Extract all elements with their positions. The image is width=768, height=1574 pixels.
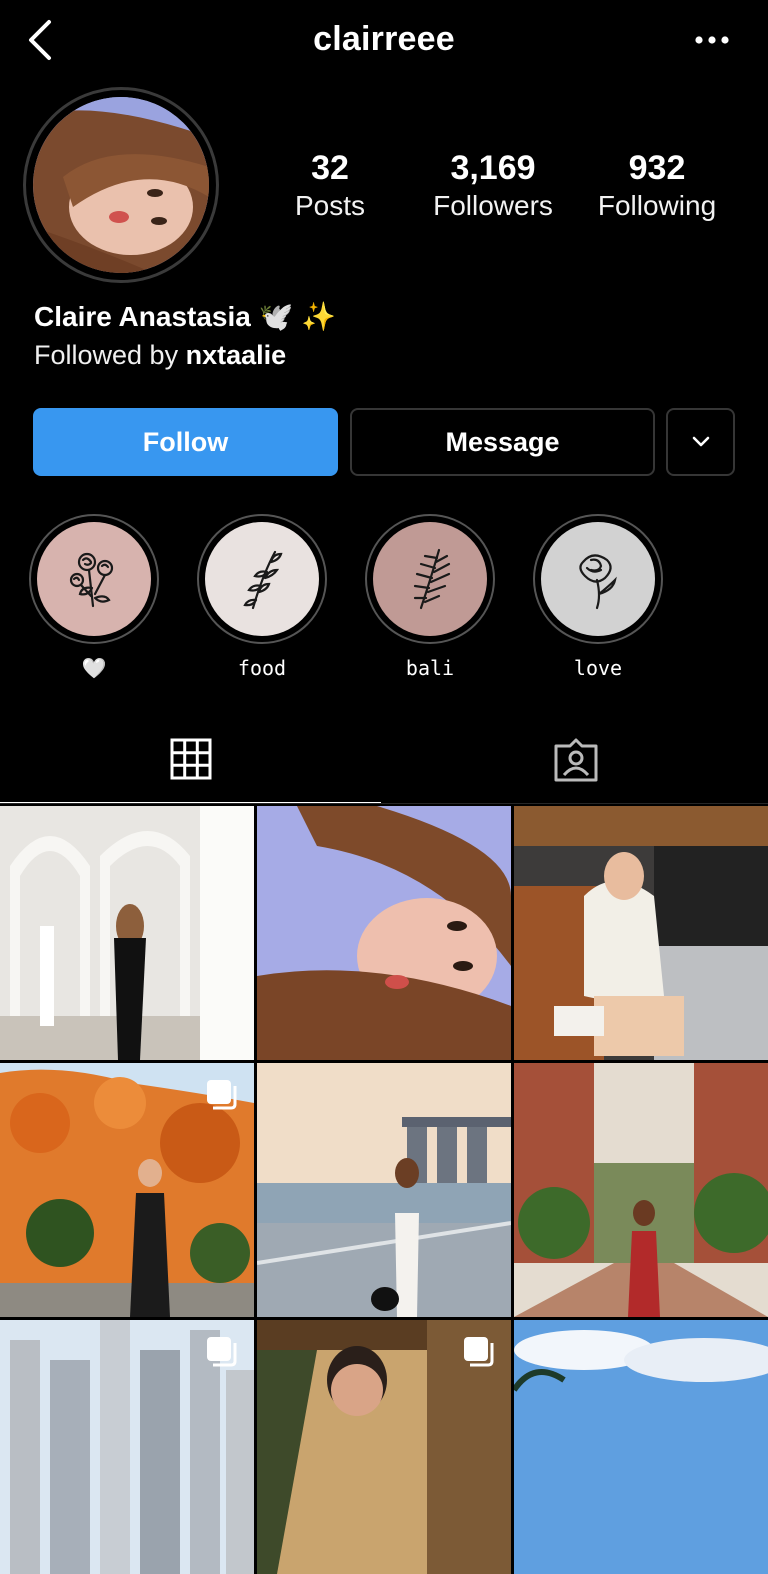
stat-label: Followers — [433, 190, 553, 221]
stat-value: 32 — [311, 149, 349, 187]
avatar[interactable] — [33, 97, 209, 273]
post-tile[interactable] — [514, 806, 768, 1060]
highlight-bali[interactable]: bali — [365, 514, 495, 680]
multiple-posts-icon — [464, 1337, 494, 1367]
highlight-love[interactable]: love — [533, 514, 663, 680]
highlight-ring — [365, 514, 495, 644]
post-tile[interactable] — [0, 1320, 254, 1574]
stat-followers[interactable]: 3,169 Followers — [418, 148, 568, 224]
post-tile[interactable] — [514, 1320, 768, 1574]
stat-label: Following — [597, 190, 717, 221]
more-options-icon[interactable] — [692, 28, 732, 52]
post-tile[interactable] — [257, 1320, 511, 1574]
highlight-food[interactable]: food — [197, 514, 327, 680]
multiple-posts-icon — [207, 1080, 237, 1110]
suggested-accounts-button[interactable] — [666, 408, 735, 476]
stat-following[interactable]: 932 Following — [582, 148, 732, 224]
multiple-posts-icon — [207, 1337, 237, 1367]
grid-icon — [170, 738, 211, 780]
fern-icon — [373, 522, 487, 636]
stat-value: 3,169 — [450, 149, 536, 187]
tabs-divider — [0, 803, 768, 804]
highlight-label: 🤍 — [81, 656, 107, 680]
post-tile[interactable] — [0, 1063, 254, 1317]
post-tile[interactable] — [257, 806, 511, 1060]
highlight-ring — [29, 514, 159, 644]
profile-username: clairreee — [313, 20, 455, 58]
posts-grid — [0, 806, 768, 1574]
highlight-label: bali — [405, 656, 455, 680]
highlight-label: love — [573, 656, 623, 680]
message-button[interactable]: Message — [350, 408, 655, 476]
roses-icon — [37, 522, 151, 636]
leaf-sprig-icon — [205, 522, 319, 636]
followed-by[interactable]: Followed by nxtaalie — [34, 340, 286, 371]
stat-value: 932 — [628, 149, 686, 187]
chevron-down-icon — [692, 436, 709, 447]
followed-by-user[interactable]: nxtaalie — [186, 340, 287, 370]
follow-button[interactable]: Follow — [33, 408, 338, 476]
post-tile[interactable] — [514, 1063, 768, 1317]
followed-by-prefix: Followed by — [34, 340, 186, 370]
tab-tagged[interactable] — [384, 716, 768, 804]
tagged-icon — [554, 738, 598, 782]
highlight-label: food — [237, 656, 287, 680]
post-tile[interactable] — [257, 1063, 511, 1317]
highlight-heart[interactable]: 🤍 — [29, 514, 159, 680]
stat-label: Posts — [294, 190, 366, 221]
display-name: Claire Anastasia 🕊️ ✨ — [34, 301, 337, 332]
highlight-ring — [197, 514, 327, 644]
highlight-ring — [533, 514, 663, 644]
post-tile[interactable] — [0, 806, 254, 1060]
rose-icon — [541, 522, 655, 636]
stat-posts[interactable]: 32 Posts — [255, 148, 405, 224]
tab-grid[interactable] — [0, 716, 381, 804]
